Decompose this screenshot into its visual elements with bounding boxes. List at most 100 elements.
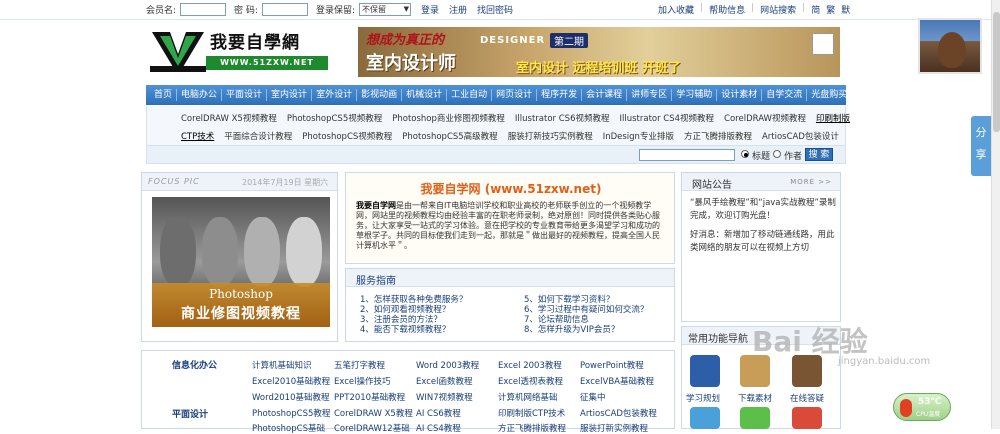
nav-item[interactable]: 自学交流: [762, 89, 808, 101]
category-name[interactable]: 平面设计: [172, 407, 208, 420]
subnav-link[interactable]: PhotoshopCS5视频教程: [287, 112, 382, 124]
online-qa-link[interactable]: 在线答疑: [790, 392, 824, 404]
add-favorite-link[interactable]: 加入收藏: [658, 3, 694, 16]
service-link[interactable]: 5、如何下载学习资料？: [524, 295, 648, 305]
course-link[interactable]: 服装打新实例教程: [580, 422, 662, 434]
course-link[interactable]: Excel函数教程: [416, 375, 498, 387]
course-link[interactable]: WIN7视频教程: [416, 391, 498, 403]
member-input[interactable]: [180, 3, 227, 16]
course-link[interactable]: 五笔打字教程: [334, 359, 416, 371]
nav-item[interactable]: 室内设计: [267, 89, 313, 101]
share-button[interactable]: 分享: [971, 116, 991, 176]
help-link[interactable]: 帮助信息: [709, 3, 745, 16]
course-link[interactable]: 计算机基础知识: [252, 359, 334, 371]
subnav-link[interactable]: Illustrator CS4视频教程: [619, 112, 714, 124]
globe-icon[interactable]: [740, 407, 770, 429]
nav-item[interactable]: 影视动画: [357, 89, 403, 101]
service-link[interactable]: 8、怎样升级为VIP会员？: [524, 325, 648, 335]
service-link[interactable]: 7、论坛帮助信息: [524, 315, 648, 325]
gift-icon[interactable]: [792, 407, 822, 429]
subnav-link[interactable]: ArtiosCAD包装设计: [762, 130, 839, 142]
login-link[interactable]: 登录: [421, 3, 439, 16]
search-title-radio[interactable]: [741, 150, 749, 158]
service-link[interactable]: 3、注册会员的方法？: [360, 315, 467, 325]
course-link[interactable]: Excel操作技巧: [334, 375, 416, 387]
service-link[interactable]: 2、如何观看视频教程？: [360, 305, 467, 315]
course-link[interactable]: AI CS4教程: [416, 422, 498, 434]
course-link[interactable]: Excel透视表教程: [498, 375, 580, 387]
top-right-links: 加入收藏 | 帮助信息 | 网站搜索 | 简 繁 默: [658, 3, 851, 16]
course-link[interactable]: ArtiosCAD包装教程: [580, 407, 662, 419]
nav-item[interactable]: 机械设计: [402, 89, 448, 101]
keep-select[interactable]: 不保留: [359, 3, 411, 16]
service-link[interactable]: 6、学习过程中有疑问如何交流？: [524, 305, 648, 315]
subnav-link[interactable]: 服装打新技巧实例教程: [508, 130, 593, 142]
category-name[interactable]: 信息化办公: [172, 358, 217, 371]
notice-item[interactable]: “暴风手绘教程”和“java实战教程”录制完成，欢迎订购光盘！: [690, 197, 836, 223]
course-link[interactable]: Word 2003教程: [416, 359, 498, 371]
course-link[interactable]: AI CS6教程: [416, 407, 498, 419]
nav-item[interactable]: 讲师专区: [627, 89, 673, 101]
course-link[interactable]: Word2010基础教程: [252, 391, 334, 403]
course-link[interactable]: Excel2010基础教程: [252, 375, 334, 387]
register-link[interactable]: 注册: [449, 3, 467, 16]
nav-item[interactable]: 设计素材: [717, 89, 763, 101]
course-link[interactable]: CorelDRAW12基础: [334, 422, 416, 434]
recover-password-link[interactable]: 找回密码: [477, 3, 513, 16]
study-plan-link[interactable]: 学习规划: [686, 392, 720, 404]
scroll-thumb[interactable]: [993, 12, 1000, 132]
scrollbar[interactable]: [991, 0, 1000, 429]
search-author-radio[interactable]: [773, 150, 781, 158]
chat-icon[interactable]: [690, 407, 720, 429]
nav-item[interactable]: 光盘购买: [807, 89, 851, 101]
focus-image[interactable]: Photoshop 商业修图视频教程: [152, 197, 330, 327]
nav-item[interactable]: 学习辅助: [672, 89, 718, 101]
promo-banner[interactable]: 想成为真正的 DESIGNER 第二期 室内设计师 室内设计 远程培训班 开班了: [358, 27, 840, 77]
service-link[interactable]: 1、怎样获取各种免费服务？: [360, 295, 467, 305]
nav-item[interactable]: 室外设计: [312, 89, 358, 101]
search-input[interactable]: [639, 149, 735, 161]
book-icon[interactable]: [690, 355, 720, 387]
notice-more-link[interactable]: MORE >>: [790, 178, 832, 186]
subnav-link[interactable]: PhotoshopCS视频教程: [302, 130, 392, 142]
course-link[interactable]: 印刷制版CTP技术: [498, 407, 580, 419]
subnav-link[interactable]: InDesign专业排版: [603, 130, 674, 142]
course-link[interactable]: 计算机网络基础: [498, 391, 580, 403]
nav-item[interactable]: 平面设计: [222, 89, 268, 101]
simplified-link[interactable]: 简: [811, 3, 820, 16]
site-logo[interactable]: 我要自學網 WWW.51ZXW.NET: [150, 24, 330, 74]
course-link[interactable]: CorelDRAW X5教程: [334, 407, 416, 419]
course-link[interactable]: PPT2010基础教程: [334, 391, 416, 403]
download-assets-link[interactable]: 下载素材: [738, 392, 772, 404]
nav-item[interactable]: 网页设计: [492, 89, 538, 101]
traditional-link[interactable]: 繁: [826, 3, 835, 16]
subnav-link[interactable]: PhotoshopCS5高级教程: [402, 130, 497, 142]
subnav-link[interactable]: 印刷制版: [816, 112, 850, 124]
nav-item[interactable]: 会计课程: [582, 89, 628, 101]
nav-item[interactable]: 程序开发: [537, 89, 583, 101]
nav-item[interactable]: 电脑办公: [177, 89, 223, 101]
password-input[interactable]: [261, 3, 308, 16]
subnav-link[interactable]: 平面综合设计教程: [224, 130, 292, 142]
cpu-temp-widget[interactable]: 53℃ CPU温度: [893, 393, 951, 421]
course-link[interactable]: PhotoshopCS5教程: [252, 407, 334, 419]
search-button[interactable]: 搜 索: [805, 148, 833, 161]
subnav-link[interactable]: Illustrator CS6视频教程: [515, 112, 610, 124]
subnav-link[interactable]: Photoshop商业修图视频教程: [392, 112, 505, 124]
nav-item[interactable]: 工业自动: [447, 89, 493, 101]
course-link[interactable]: 征集中: [580, 391, 662, 403]
subnav-link[interactable]: 方正飞腾排版教程: [684, 130, 752, 142]
nav-item[interactable]: 首页: [150, 89, 178, 101]
course-link[interactable]: PhotoshopCS基础: [252, 422, 334, 434]
subnav-link[interactable]: CorelDRAW视频教程: [724, 112, 806, 124]
course-link[interactable]: Excel 2003教程: [498, 359, 580, 371]
default-link[interactable]: 默: [841, 3, 850, 16]
service-link[interactable]: 4、能否下载视频教程？: [360, 325, 467, 335]
subnav-link[interactable]: CTP技术: [181, 130, 214, 142]
course-link[interactable]: PowerPoint教程: [580, 359, 662, 371]
site-search-link[interactable]: 网站搜索: [760, 3, 796, 16]
course-link[interactable]: 方正飞腾排版教程: [498, 422, 580, 434]
notice-item[interactable]: 好消息：新增加了移动链通线路，用此类网络的朋友可以在视频上方切: [690, 229, 836, 255]
course-link[interactable]: ExcelVBA基础教程: [580, 375, 662, 387]
subnav-link[interactable]: CorelDRAW X5视频教程: [181, 112, 277, 124]
